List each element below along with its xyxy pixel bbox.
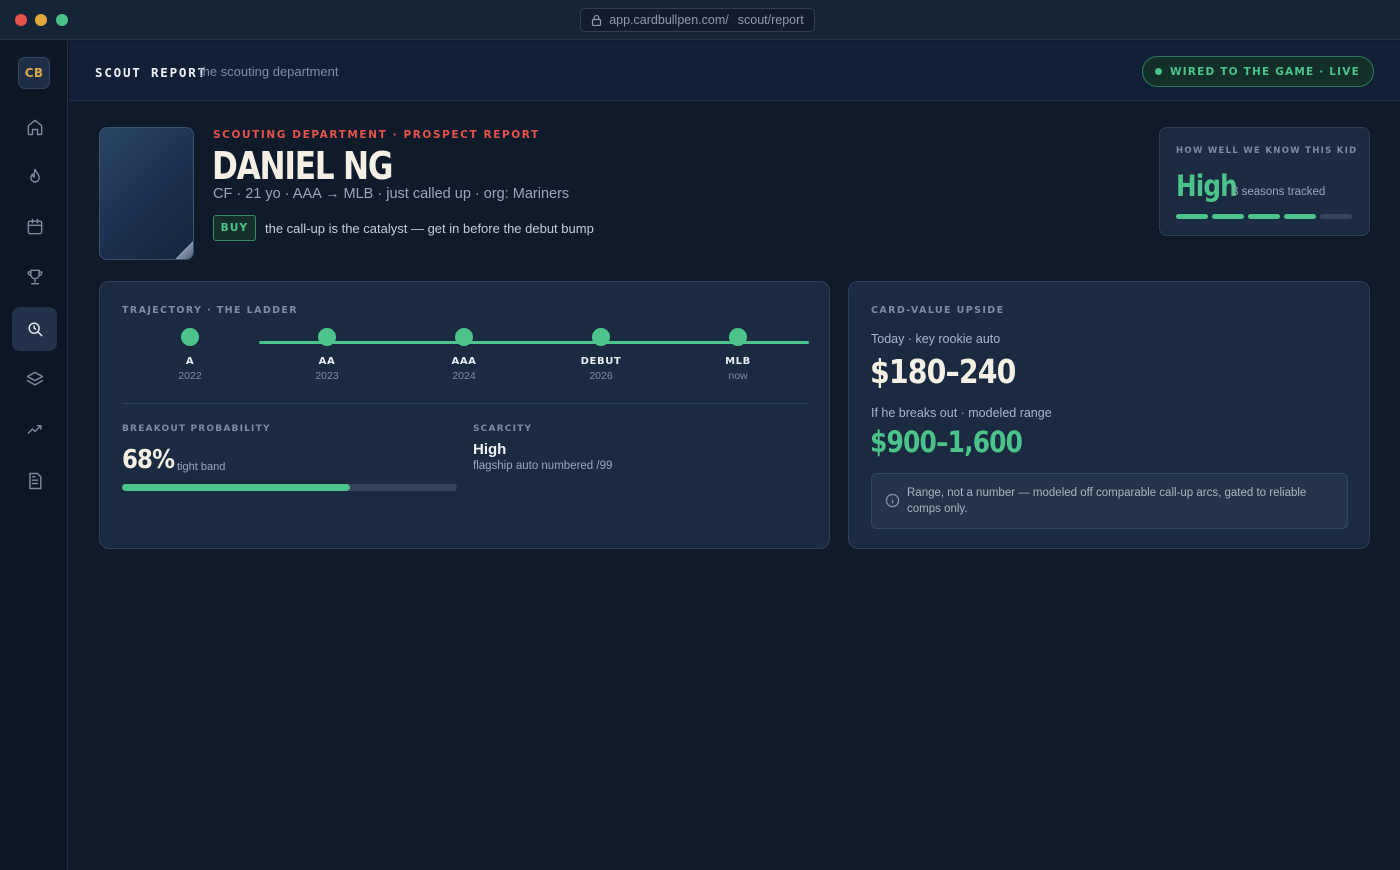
window-titlebar: app.cardbullpen.com/ scout/report (0, 0, 1400, 40)
page-title: SCOUT REPORT (95, 65, 207, 80)
trajectory-panel: TRAJECTORY · THE LADDER A 2022 AA 2023 AAA 20… (99, 281, 830, 549)
live-status-label: WIRED TO THE GAME · LIVE (1169, 65, 1360, 78)
sidebar-item-reports[interactable] (12, 459, 57, 503)
breakout-value: $900–1,600 (870, 425, 1023, 459)
breakout-probability-bar (122, 484, 457, 491)
range-note-text: Range, not a number — modeled off compar… (907, 487, 1307, 515)
scarcity-label: SCARCITY (473, 424, 533, 434)
confidence-segment (1248, 214, 1280, 219)
confidence-value: High (1176, 169, 1238, 203)
close-window-button[interactable] (15, 14, 27, 26)
trend-icon (27, 424, 42, 434)
verdict-note: the call-up is the catalyst — get in bef… (265, 221, 594, 236)
page-subtitle: the scouting department (199, 64, 339, 79)
address-bar[interactable]: app.cardbullpen.com/ scout/report (580, 8, 815, 32)
ladder-level: AAA (451, 356, 477, 367)
trophy-icon (27, 269, 42, 285)
verdict-badge: BUY (213, 215, 256, 241)
confidence-segment (1284, 214, 1316, 219)
ladder-year: 2024 (452, 370, 476, 382)
player-card-image[interactable] (99, 127, 194, 260)
ladder-year: 2026 (589, 370, 613, 382)
confidence-segment (1320, 214, 1352, 219)
ladder-node (181, 328, 199, 346)
today-value-label: Today · key rookie auto (871, 332, 1001, 346)
upside-label: CARD-VALUE UPSIDE (871, 305, 1005, 316)
breakout-probability-fill (122, 484, 350, 491)
range-note: Range, not a number — modeled off compar… (871, 473, 1348, 529)
app-logo[interactable]: CB (18, 57, 50, 89)
confidence-label: HOW WELL WE KNOW THIS KID (1176, 146, 1358, 156)
sidebar-item-calendar[interactable] (12, 205, 57, 249)
sidebar-item-collection[interactable] (12, 357, 57, 401)
live-dot-icon (1154, 68, 1162, 75)
confidence-segment (1212, 214, 1244, 219)
lock-icon (592, 14, 602, 26)
live-status-badge: WIRED TO THE GAME · LIVE (1141, 56, 1374, 87)
layers-icon (26, 371, 43, 386)
confidence-card: HOW WELL WE KNOW THIS KID High 3 seasons… (1159, 127, 1370, 236)
ladder-level: A (185, 356, 195, 367)
scarcity-value: High (473, 441, 507, 458)
sidebar-item-hot[interactable] (12, 155, 57, 199)
breakout-probability-label: BREAKOUT PROBABILITY (122, 424, 271, 434)
ladder-year: now (728, 370, 748, 382)
page-header: SCOUT REPORT the scouting department WIR… (69, 41, 1400, 101)
info-icon (885, 493, 900, 508)
panel-divider (122, 403, 808, 404)
ladder-node (455, 328, 473, 346)
player-name: DANIEL NG (212, 144, 393, 188)
ladder-node (318, 328, 336, 346)
scout-search-icon (27, 322, 42, 337)
calendar-icon (27, 218, 42, 235)
upside-panel: CARD-VALUE UPSIDE Today · key rookie aut… (848, 281, 1370, 549)
ladder-rung: DEBUT 2026 (561, 328, 641, 382)
flame-icon (29, 168, 40, 183)
minimize-window-button[interactable] (35, 14, 47, 26)
ladder-rung: AA 2023 (287, 328, 367, 382)
ladder-level: AA (318, 356, 336, 367)
ladder-rung: MLB now (698, 328, 778, 382)
ladder-year: 2022 (178, 370, 202, 382)
confidence-meter (1176, 214, 1352, 219)
ladder-level: DEBUT (580, 356, 622, 367)
ladder-node (592, 328, 610, 346)
confidence-segment (1176, 214, 1208, 219)
report-icon (28, 472, 42, 490)
trajectory-label: TRAJECTORY · THE LADDER (122, 305, 299, 316)
confidence-detail: 3 seasons tracked (1232, 186, 1326, 198)
url-host: app.cardbullpen.com/ (609, 13, 729, 27)
scarcity-detail: flagship auto numbered /99 (473, 460, 613, 472)
sidebar-item-scout[interactable] (12, 307, 57, 351)
player-meta: CF · 21 yo · AAA → MLB · just called up … (213, 186, 570, 202)
sidebar: CB (0, 41, 68, 870)
ladder-rung: A 2022 (150, 328, 230, 382)
breakout-value-label: If he breaks out · modeled range (871, 406, 1052, 420)
report-eyebrow: SCOUTING DEPARTMENT · PROSPECT REPORT (213, 129, 540, 141)
ladder-node (729, 328, 747, 346)
breakout-probability-detail: tight band (177, 461, 226, 473)
ladder-level: MLB (725, 356, 751, 367)
ladder-rung: AAA 2024 (424, 328, 504, 382)
url-path: scout/report (737, 13, 804, 27)
today-value: $180–240 (870, 352, 1016, 391)
breakout-probability-value: 68% (122, 445, 175, 475)
home-icon (27, 119, 42, 136)
sidebar-item-home[interactable] (12, 105, 57, 149)
sidebar-item-awards[interactable] (12, 255, 57, 299)
sidebar-item-trends[interactable] (12, 407, 57, 451)
maximize-window-button[interactable] (56, 14, 68, 26)
ladder-year: 2023 (315, 370, 339, 382)
